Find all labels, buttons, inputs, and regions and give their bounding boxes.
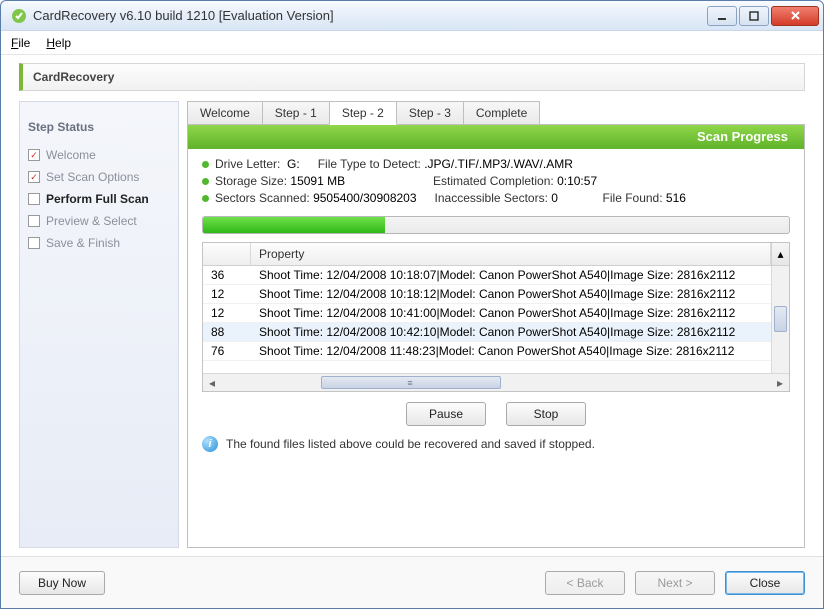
row-number: 88 bbox=[203, 323, 251, 341]
checkbox-icon bbox=[28, 193, 40, 205]
bullet-icon bbox=[202, 178, 209, 185]
sidebar-step-3[interactable]: Preview & Select bbox=[28, 210, 170, 232]
sectors-label: Sectors Scanned: bbox=[215, 191, 310, 205]
filefound-value: 516 bbox=[666, 191, 686, 205]
table-row[interactable]: 76Shoot Time: 12/04/2008 11:48:23|Model:… bbox=[203, 342, 789, 361]
scan-progress-title: Scan Progress bbox=[188, 125, 804, 149]
maximize-button[interactable] bbox=[739, 6, 769, 26]
table-row[interactable]: 36Shoot Time: 12/04/2008 10:18:07|Model:… bbox=[203, 266, 789, 285]
close-window-button[interactable] bbox=[771, 6, 819, 26]
step-sidebar: Step Status Welcome Set Scan Options Perfo… bbox=[19, 101, 179, 548]
footer: Buy Now < Back Next > Close bbox=[1, 556, 823, 608]
table-row[interactable]: 88Shoot Time: 12/04/2008 10:42:10|Model:… bbox=[203, 323, 789, 342]
minimize-button[interactable] bbox=[707, 6, 737, 26]
stop-button[interactable]: Stop bbox=[506, 402, 586, 426]
vertical-scrollbar[interactable] bbox=[771, 266, 789, 373]
checkbox-icon bbox=[28, 149, 40, 161]
tab-step-2[interactable]: Step - 2 bbox=[329, 101, 397, 125]
menu-file[interactable]: File bbox=[11, 36, 30, 50]
menubar: File Help bbox=[1, 31, 823, 55]
table-row[interactable]: 12Shoot Time: 12/04/2008 10:41:00|Model:… bbox=[203, 304, 789, 323]
scroll-right-icon[interactable]: ▸ bbox=[771, 374, 789, 391]
scroll-left-icon[interactable]: ◂ bbox=[203, 374, 221, 391]
sidebar-step-label: Perform Full Scan bbox=[46, 192, 149, 206]
scroll-thumb[interactable] bbox=[774, 306, 787, 332]
close-button[interactable]: Close bbox=[725, 571, 805, 595]
row-property: Shoot Time: 12/04/2008 10:18:07|Model: C… bbox=[251, 266, 789, 284]
hscroll-thumb[interactable]: ≡ bbox=[321, 376, 501, 389]
file-type-value: .JPG/.TIF/.MP3/.WAV/.AMR bbox=[424, 157, 573, 171]
row-property: Shoot Time: 12/04/2008 11:48:23|Model: C… bbox=[251, 342, 789, 360]
bullet-icon bbox=[202, 161, 209, 168]
scroll-up-icon[interactable]: ▴ bbox=[771, 243, 789, 265]
sidebar-heading: Step Status bbox=[28, 120, 170, 134]
drive-letter-label: Drive Letter: bbox=[215, 157, 280, 171]
checkbox-icon bbox=[28, 237, 40, 249]
info-text: The found files listed above could be re… bbox=[226, 437, 595, 451]
checkbox-icon bbox=[28, 215, 40, 227]
menu-help[interactable]: Help bbox=[46, 36, 71, 50]
row-property: Shoot Time: 12/04/2008 10:42:10|Model: C… bbox=[251, 323, 789, 341]
storage-size-label: Storage Size: bbox=[215, 174, 287, 188]
grid-col-number[interactable] bbox=[203, 243, 251, 265]
sidebar-step-4[interactable]: Save & Finish bbox=[28, 232, 170, 254]
progress-bar bbox=[202, 216, 790, 234]
buy-now-button[interactable]: Buy Now bbox=[19, 571, 105, 595]
storage-size-value: 15091 MB bbox=[290, 174, 345, 188]
app-header: CardRecovery bbox=[19, 63, 805, 91]
table-row[interactable]: 12Shoot Time: 12/04/2008 10:18:12|Model:… bbox=[203, 285, 789, 304]
tabs: WelcomeStep - 1Step - 2Step - 3Complete bbox=[187, 101, 805, 125]
sectors-value: 9505400/30908203 bbox=[313, 191, 416, 205]
progress-fill bbox=[203, 217, 385, 233]
tab-step-1[interactable]: Step - 1 bbox=[262, 101, 330, 125]
row-property: Shoot Time: 12/04/2008 10:18:12|Model: C… bbox=[251, 285, 789, 303]
sidebar-step-0[interactable]: Welcome bbox=[28, 144, 170, 166]
file-type-label: File Type to Detect: bbox=[318, 157, 421, 171]
sidebar-step-1[interactable]: Set Scan Options bbox=[28, 166, 170, 188]
app-name: CardRecovery bbox=[33, 70, 114, 84]
sidebar-step-2[interactable]: Perform Full Scan bbox=[28, 188, 170, 210]
filefound-label: File Found: bbox=[603, 191, 663, 205]
sidebar-step-label: Preview & Select bbox=[46, 214, 137, 228]
checkbox-icon bbox=[28, 171, 40, 183]
horizontal-scrollbar[interactable]: ◂ ≡ ▸ bbox=[203, 373, 789, 391]
titlebar[interactable]: CardRecovery v6.10 build 1210 [Evaluatio… bbox=[1, 1, 823, 31]
estimated-label: Estimated Completion: bbox=[433, 174, 554, 188]
grid-col-property[interactable]: Property bbox=[251, 243, 771, 265]
bullet-icon bbox=[202, 195, 209, 202]
tab-complete[interactable]: Complete bbox=[463, 101, 540, 125]
window-title: CardRecovery v6.10 build 1210 [Evaluatio… bbox=[33, 8, 705, 23]
tab-welcome[interactable]: Welcome bbox=[187, 101, 263, 125]
sidebar-step-label: Welcome bbox=[46, 148, 96, 162]
info-icon: i bbox=[202, 436, 218, 452]
estimated-value: 0:10:57 bbox=[557, 174, 597, 188]
drive-letter-value: G: bbox=[287, 157, 300, 171]
sidebar-step-label: Set Scan Options bbox=[46, 170, 139, 184]
next-button[interactable]: Next > bbox=[635, 571, 715, 595]
row-number: 12 bbox=[203, 285, 251, 303]
row-number: 12 bbox=[203, 304, 251, 322]
inaccessible-label: Inaccessible Sectors: bbox=[435, 191, 548, 205]
inaccessible-value: 0 bbox=[551, 191, 558, 205]
app-icon bbox=[11, 8, 27, 24]
scan-stats: Drive Letter: G: File Type to Detect: .J… bbox=[188, 149, 804, 214]
tab-panel-step2: Scan Progress Drive Letter: G: File Type… bbox=[187, 124, 805, 548]
row-number: 36 bbox=[203, 266, 251, 284]
row-property: Shoot Time: 12/04/2008 10:41:00|Model: C… bbox=[251, 304, 789, 322]
tab-step-3[interactable]: Step - 3 bbox=[396, 101, 464, 125]
back-button[interactable]: < Back bbox=[545, 571, 625, 595]
app-window: CardRecovery v6.10 build 1210 [Evaluatio… bbox=[0, 0, 824, 609]
results-grid[interactable]: Property ▴ 36Shoot Time: 12/04/2008 10:1… bbox=[202, 242, 790, 392]
sidebar-step-label: Save & Finish bbox=[46, 236, 120, 250]
row-number: 76 bbox=[203, 342, 251, 360]
pause-button[interactable]: Pause bbox=[406, 402, 486, 426]
